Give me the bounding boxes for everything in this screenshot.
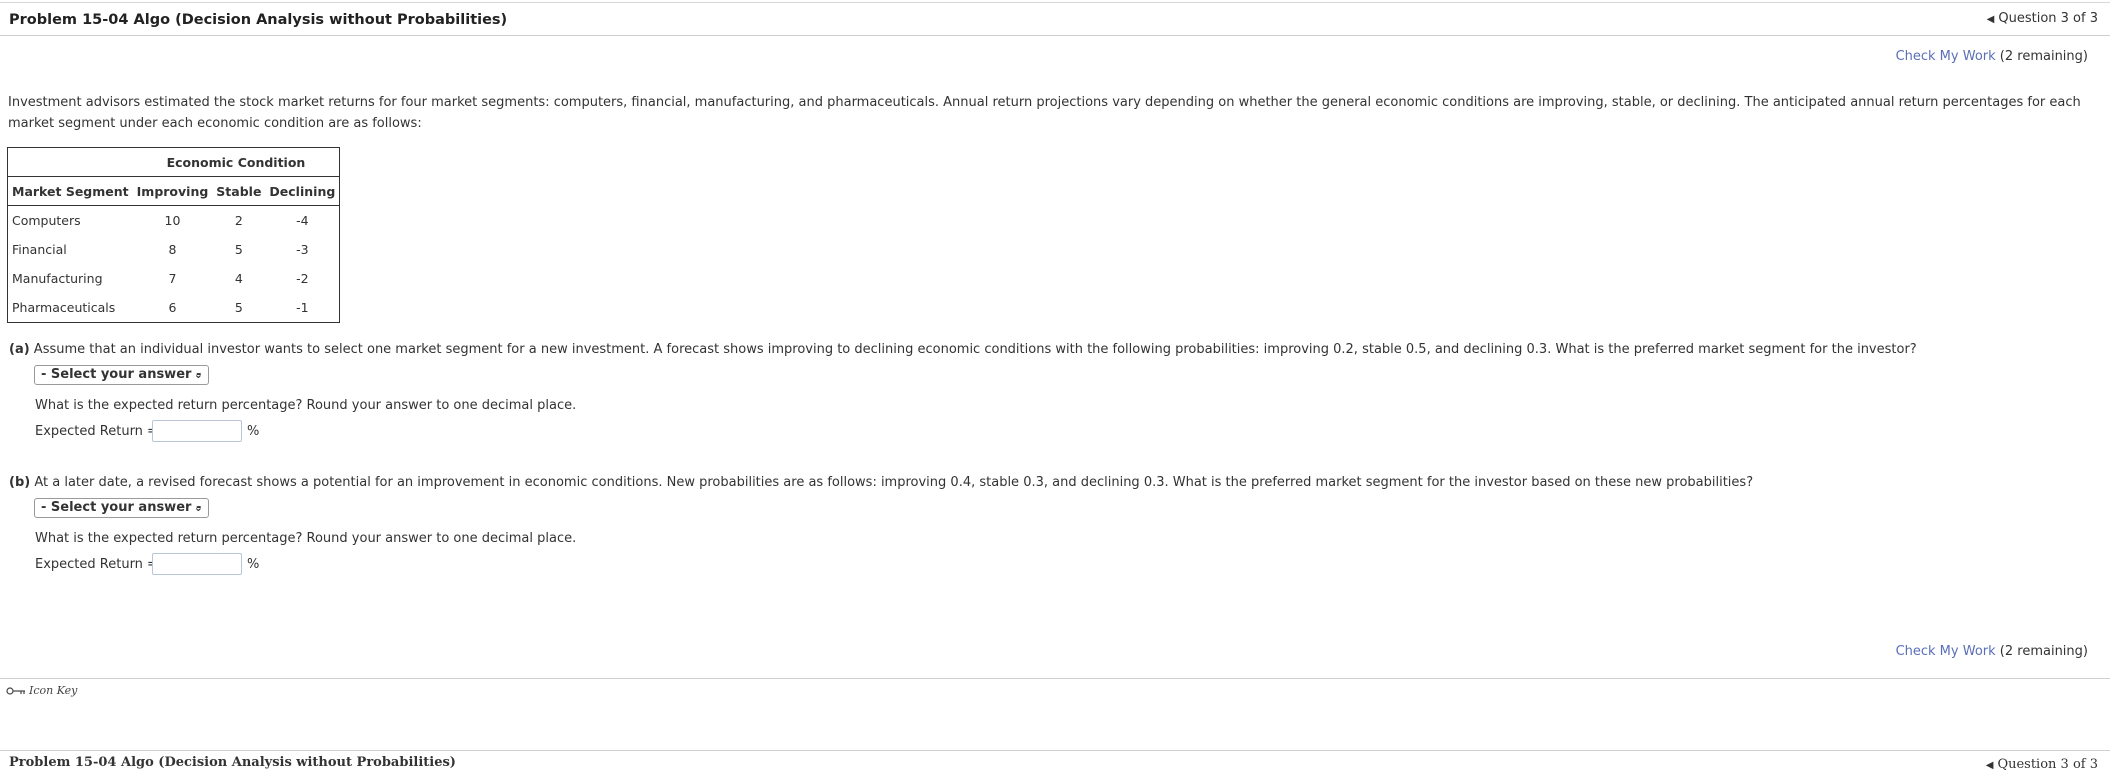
part-a-segment-select[interactable]: - Select your answer - ⌄ [34,365,209,385]
cell-segment: Pharmaceuticals [12,300,116,315]
cell-improving: 7 [168,271,177,286]
table-group-header-row: Economic Condition [8,148,340,177]
cell-declining: -1 [296,300,309,315]
col-header-segment: Market Segment [7,176,133,206]
cell-segment: Manufacturing [12,271,103,286]
part-b-select-value: - Select your answer - [41,500,202,515]
footer-divider [0,678,2110,679]
part-b-subquestion: What is the expected return percentage? … [35,531,577,546]
table-row: Pharmaceuticals 6 5 -1 [8,293,340,323]
part-a-subquestion: What is the expected return percentage? … [35,398,577,413]
part-b-label: (b) [9,475,31,490]
cell-stable: 5 [234,242,243,257]
part-b-text: At a later date, a revised forecast show… [34,475,1754,490]
caret-left-icon: ◀ [1985,760,1994,771]
cell-declining: -4 [296,213,309,228]
footer-question-nav[interactable]: ◀ Question 3 of 3 [1986,757,2098,772]
remaining-count: (2 remaining) [1999,49,2088,64]
table-row: Computers 10 2 -4 [8,206,340,236]
group-header: Economic Condition [166,154,306,170]
part-a-select-value: - Select your answer - [41,367,202,382]
problem-intro: Investment advisors estimated the stock … [8,95,2081,131]
check-my-work-top: Check My Work (2 remaining) [1896,49,2088,64]
key-icon [6,687,25,695]
check-my-work-link[interactable]: Check My Work [1896,49,1996,64]
cell-segment: Financial [12,242,67,257]
icon-key-label: Icon Key [29,684,78,697]
icon-key[interactable]: Icon Key [6,684,77,697]
problem-header: Problem 15-04 Algo (Decision Analysis wi… [0,3,2110,36]
cell-improving: 8 [168,242,177,257]
chevron-down-icon: ⌄ [193,501,203,514]
part-b-question: (b) At a later date, a revised forecast … [9,475,1753,490]
cell-stable: 4 [234,271,243,286]
part-b-percent-unit: % [247,557,260,572]
part-b-er-label: Expected Return = [35,557,158,572]
check-my-work-bottom: Check My Work (2 remaining) [1896,644,2088,659]
table-row: Manufacturing 7 4 -2 [8,264,340,293]
cell-improving: 6 [168,300,177,315]
caret-left-icon: ◀ [1986,14,1995,25]
table-row: Financial 8 5 -3 [8,235,340,264]
footer-question-nav-label: Question 3 of 3 [1997,757,2098,772]
col-header-stable: Stable [212,176,266,206]
col-header-declining: Declining [265,176,340,206]
bottom-divider [0,750,2110,751]
remaining-count: (2 remaining) [1999,644,2088,659]
part-a-er-label: Expected Return = [35,424,158,439]
part-a-question: (a) Assume that an individual investor w… [9,342,1917,357]
part-a-label: (a) [9,342,30,357]
problem-title: Problem 15-04 Algo (Decision Analysis wi… [9,12,508,28]
cell-declining: -3 [296,242,309,257]
part-a-percent-unit: % [247,424,260,439]
question-nav-label: Question 3 of 3 [1998,11,2098,26]
table-header-row: Market Segment Improving Stable Declinin… [7,176,340,206]
part-a-text: Assume that an individual investor wants… [33,342,1917,357]
check-my-work-link[interactable]: Check My Work [1896,644,1996,659]
cell-declining: -2 [296,271,309,286]
part-b-segment-select[interactable]: - Select your answer - ⌄ [34,498,209,518]
part-a-expected-return-input[interactable] [152,420,242,442]
col-header-improving: Improving [132,176,213,206]
cell-stable: 5 [234,300,243,315]
part-b-expected-return-input[interactable] [152,553,242,575]
cell-improving: 10 [164,213,181,228]
cell-segment: Computers [12,213,81,228]
chevron-down-icon: ⌄ [193,368,203,381]
returns-table: Economic Condition Market Segment Improv… [7,147,341,323]
cell-stable: 2 [234,213,243,228]
question-nav[interactable]: ◀ Question 3 of 3 [1987,11,2098,26]
